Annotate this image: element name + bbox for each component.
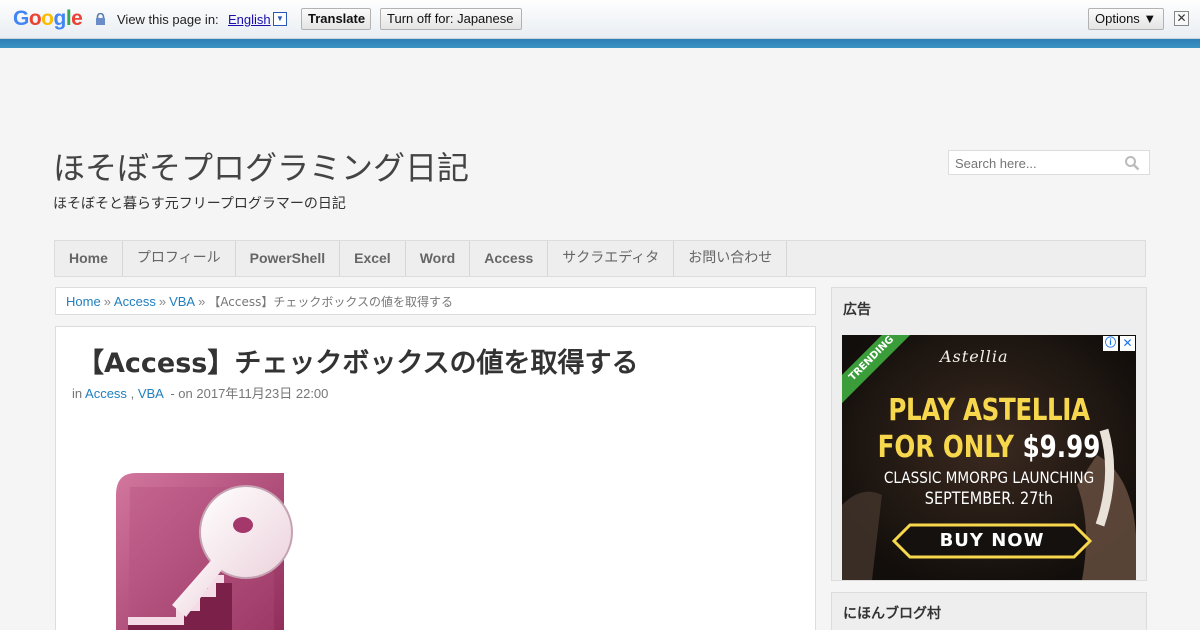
ad-subline: CLASSIC MMORPG LAUNCHING [883,468,1095,487]
nav-item-excel[interactable]: Excel [340,241,406,276]
nav-item-sakura-editor[interactable]: サクラエディタ [548,241,675,276]
ad-info-icon[interactable]: ⓘ [1103,336,1118,351]
breadcrumb-home[interactable]: Home [66,294,101,309]
translate-bar: Google View this page in: English ▼ Tran… [0,0,1200,39]
ad-price-label: FOR ONLY [877,430,1014,465]
main-nav: Home プロフィール PowerShell Excel Word Access… [54,240,1146,277]
category-link-access[interactable]: Access [85,386,127,401]
category-separator: , [130,386,135,401]
close-icon[interactable]: ✕ [1174,11,1189,26]
translate-bar-stripe [0,39,1200,48]
site-title[interactable]: ほそぼそプログラミング日記 [53,143,469,189]
lock-icon [96,13,105,25]
advertisement[interactable]: TRENDING Astellia PLAY ASTELLIA FOR ONLY… [842,335,1136,580]
nav-item-profile[interactable]: プロフィール [123,241,236,276]
turn-off-button[interactable]: Turn off for: Japanese [380,8,522,30]
ad-close-icon[interactable]: ✕ [1120,336,1135,351]
search-box [948,150,1150,175]
post-meta: in Access , VBA - on 2017年11月23日 22:00 [72,383,328,402]
nav-item-access[interactable]: Access [470,241,549,276]
view-page-label: View this page in: [117,12,219,27]
nav-item-home[interactable]: Home [55,241,123,276]
breadcrumb-separator: » [198,294,206,309]
nihon-blog-widget: にほんブログ村 [831,592,1147,630]
nihon-widget-title: にほんブログ村 [843,606,941,622]
breadcrumb-vba[interactable]: VBA [169,294,195,309]
search-icon[interactable] [1124,155,1140,171]
ad-price: $9.99 [1022,430,1101,465]
breadcrumb-separator: » [158,294,167,309]
ad-date: SEPTEMBER. 27th [924,489,1054,509]
category-link-vba[interactable]: VBA [138,386,163,401]
post-article: 【Access】チェックボックスの値を取得する in Access , VBA … [55,326,816,630]
access-logo-icon [116,473,293,630]
search-input[interactable] [955,156,1115,171]
nav-item-powershell[interactable]: PowerShell [236,241,341,276]
nav-item-contact[interactable]: お問い合わせ [674,241,788,276]
date-prefix: - on [170,386,193,401]
post-title: 【Access】チェックボックスの値を取得する [77,348,639,379]
site-description: ほそぼそと暮らす元フリープログラマーの日記 [53,196,346,212]
breadcrumb-current: 【Access】チェックボックスの値を取得する [208,295,454,309]
breadcrumb-access[interactable]: Access [114,294,156,309]
meta-prefix: in [72,386,83,401]
breadcrumb: Home» Access» VBA» 【Access】チェックボックスの値を取得する [55,287,816,315]
nav-item-word[interactable]: Word [406,241,471,276]
ad-widget: 広告 TRENDING Astellia PLAY ASTELLIA FOR O… [831,287,1147,581]
language-link[interactable]: English [228,12,271,27]
astellia-logo: Astellia [940,347,1009,366]
translate-button[interactable]: Translate [301,8,371,30]
breadcrumb-separator: » [103,294,111,309]
post-date: 2017年11月23日 22:00 [196,386,329,401]
language-dropdown-icon[interactable]: ▼ [273,12,287,26]
ad-price-line: FOR ONLY $9.99 [868,430,1109,465]
options-button[interactable]: Options ▼ [1088,8,1164,30]
ad-headline: PLAY ASTELLIA [888,393,1090,428]
ad-widget-title: 広告 [843,302,871,318]
buy-now-button[interactable]: BUY NOW [892,530,1092,551]
google-logo: Google [13,7,83,30]
